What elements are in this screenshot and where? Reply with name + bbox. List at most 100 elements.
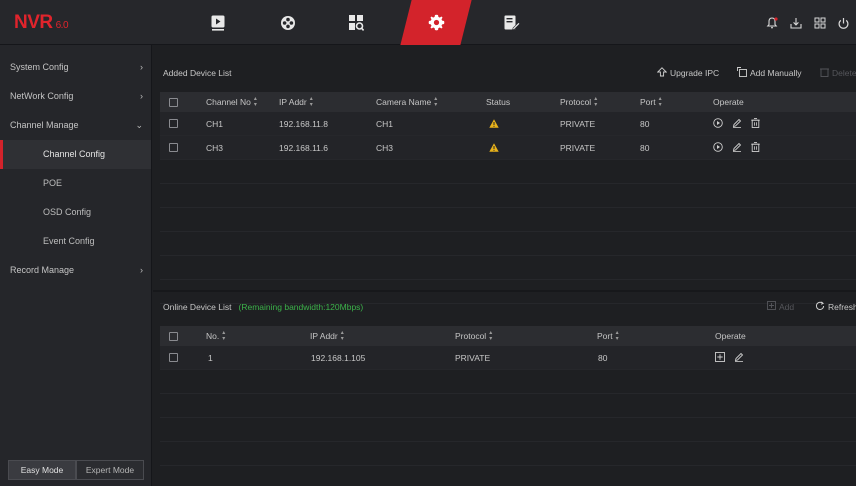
upgrade-ipc-button[interactable]: Upgrade IPC — [656, 67, 720, 79]
sidebar-subitem-channel-config[interactable]: Channel Config — [0, 140, 151, 169]
col-port[interactable]: Port ▴ ▾ — [597, 326, 619, 346]
empty-row — [160, 418, 856, 442]
sidebar-subitem-event-config[interactable]: Event Config — [0, 227, 151, 256]
backup-icon[interactable] — [789, 16, 803, 30]
delete-label: Delete — [832, 68, 856, 78]
col-camera-name[interactable]: Camera Name ▴ ▾ — [376, 92, 437, 112]
nav-settings[interactable] — [400, 0, 472, 45]
sidebar-item-channel-manage[interactable]: Channel Manage ⌄ — [0, 111, 151, 140]
table-header: Channel No ▴ ▾ IP Addr ▴ ▾ Camera Name ▴ ▾ Sta… — [160, 92, 856, 112]
easy-mode-button[interactable]: Easy Mode — [8, 460, 76, 480]
cell-port: 80 — [598, 352, 608, 363]
upgrade-ipc-label: Upgrade IPC — [670, 68, 720, 78]
cell-ip: 192.168.1.105 — [311, 352, 366, 363]
edit-icon[interactable] — [732, 118, 742, 130]
delete-icon[interactable] — [751, 117, 760, 130]
add-icon — [767, 301, 776, 312]
sidebar-item-label: System Config — [10, 62, 69, 72]
col-ip-addr[interactable]: IP Addr ▴ ▾ — [310, 326, 344, 346]
add-icon[interactable] — [715, 351, 725, 364]
select-all-checkbox[interactable] — [169, 97, 178, 107]
add-manually-button[interactable]: Add Manually — [737, 67, 802, 79]
play-icon[interactable] — [713, 117, 723, 130]
empty-row — [160, 394, 856, 418]
row-checkbox[interactable] — [169, 353, 178, 362]
col-no[interactable]: No. ▴ ▾ — [206, 326, 225, 346]
power-icon[interactable] — [836, 16, 850, 30]
row-operations — [715, 346, 744, 369]
empty-row — [160, 208, 856, 232]
sidebar: System Config › NetWork Config › Channel M… — [0, 45, 152, 486]
cell-protocol: PRIVATE — [560, 142, 596, 153]
delete-icon[interactable] — [751, 141, 760, 154]
edit-icon[interactable] — [734, 352, 744, 364]
sidebar-item-label: Record Manage — [10, 265, 75, 275]
chevron-right-icon: › — [140, 265, 143, 275]
col-ip-addr[interactable]: IP Addr ▴ ▾ — [279, 92, 313, 112]
add-manually-label: Add Manually — [750, 68, 802, 78]
sort-icon: ▴ ▾ — [253, 96, 257, 108]
online-device-table: No. ▴ ▾ IP Addr ▴ ▾ Protocol ▴ ▾ Port ▴ ▾ Operat… — [160, 326, 856, 466]
sort-icon: ▴ ▾ — [615, 330, 619, 342]
col-port[interactable]: Port ▴ ▾ — [640, 92, 662, 112]
sort-icon: ▴ ▾ — [309, 96, 313, 108]
refresh-button[interactable]: Refresh — [815, 301, 856, 313]
row-checkbox[interactable] — [169, 119, 178, 128]
warning-icon — [489, 112, 499, 135]
select-all-checkbox[interactable] — [169, 331, 178, 341]
added-device-list-title: Added Device List — [163, 68, 232, 78]
sidebar-item-label: NetWork Config — [10, 91, 74, 101]
sidebar-item-system-config[interactable]: System Config › — [0, 53, 151, 82]
chevron-right-icon: › — [140, 62, 143, 72]
table-row: CH3 192.168.11.6 CH3 PRIVATE 80 — [160, 136, 856, 160]
expert-mode-button[interactable]: Expert Mode — [76, 460, 144, 480]
section-divider — [153, 290, 856, 292]
nav-live-view[interactable] — [260, 0, 316, 45]
col-channel-no[interactable]: Channel No ▴ ▾ — [206, 92, 257, 112]
play-icon[interactable] — [713, 141, 723, 154]
empty-row — [160, 256, 856, 280]
sort-icon: ▴ ▾ — [222, 330, 226, 342]
table-header: No. ▴ ▾ IP Addr ▴ ▾ Protocol ▴ ▾ Port ▴ ▾ Operat… — [160, 326, 856, 346]
col-operate: Operate — [715, 331, 746, 341]
col-operate: Operate — [713, 97, 744, 107]
cell-protocol: PRIVATE — [560, 118, 596, 129]
warning-icon — [489, 136, 499, 159]
empty-row — [160, 370, 856, 394]
add-button[interactable]: Add — [767, 301, 794, 312]
brand-name: NVR — [14, 12, 53, 33]
sort-icon: ▴ ▾ — [340, 330, 344, 342]
search-icon — [348, 14, 364, 31]
sort-icon: ▴ ▾ — [658, 96, 662, 108]
online-title-label: Online Device List — [163, 302, 232, 312]
chevron-right-icon: › — [140, 91, 143, 101]
sort-icon: ▴ ▾ — [594, 96, 598, 108]
nav-playback[interactable] — [190, 0, 246, 45]
sidebar-subitem-label: POE — [43, 178, 63, 188]
live-view-icon — [280, 15, 296, 31]
cell-channel: CH1 — [206, 118, 224, 129]
empty-row — [160, 280, 856, 304]
nav-search[interactable] — [328, 0, 384, 45]
sidebar-subitem-poe[interactable]: POE — [0, 169, 151, 198]
edit-icon[interactable] — [732, 142, 742, 154]
col-protocol[interactable]: Protocol ▴ ▾ — [560, 92, 597, 112]
settings-icon — [428, 14, 445, 31]
top-bar: NVR 6.0 — [0, 0, 856, 45]
sidebar-subitem-osd-config[interactable]: OSD Config — [0, 198, 151, 227]
col-protocol[interactable]: Protocol ▴ ▾ — [455, 326, 492, 346]
sidebar-subitem-label: Channel Config — [43, 149, 106, 159]
nav-maintenance[interactable] — [484, 0, 540, 45]
alarm-icon[interactable] — [765, 16, 779, 30]
col-status: Status — [486, 97, 511, 107]
layout-icon[interactable] — [813, 16, 827, 30]
row-operations — [713, 112, 760, 135]
sidebar-item-record-manage[interactable]: Record Manage › — [0, 256, 151, 285]
sidebar-item-network-config[interactable]: NetWork Config › — [0, 82, 151, 111]
cell-port: 80 — [640, 142, 650, 153]
delete-button[interactable]: Delete — [820, 67, 856, 79]
row-checkbox[interactable] — [169, 143, 178, 152]
refresh-icon — [815, 301, 825, 313]
main-panel: Added Device List Upgrade IPC Add Manual… — [153, 45, 856, 486]
maintenance-icon — [504, 15, 520, 31]
